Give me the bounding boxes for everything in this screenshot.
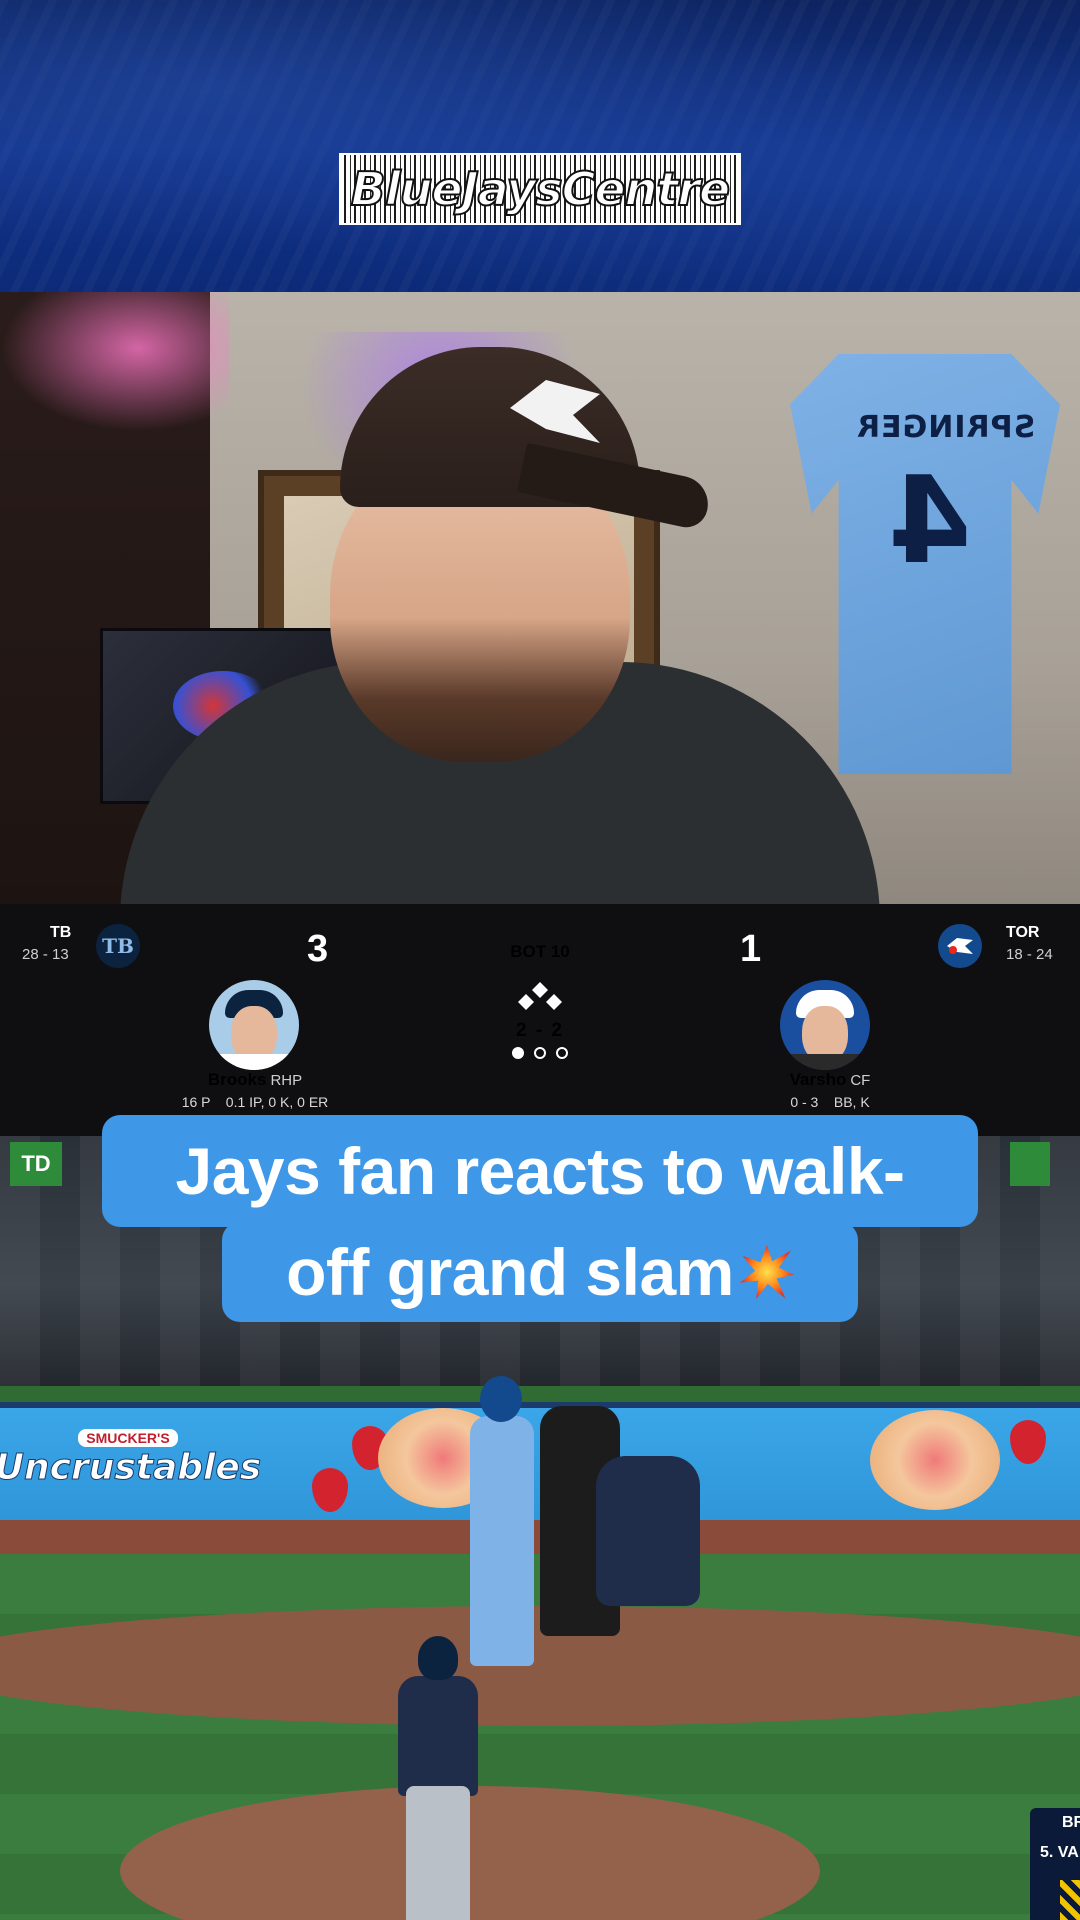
bases-diamond-icon — [518, 982, 562, 1010]
ad-brand-big: Uncrustables — [0, 1446, 262, 1488]
home-team-record: 18 - 24 — [1006, 946, 1053, 963]
corner-stripe — [1060, 1880, 1080, 1920]
blue-jay-bird-icon — [947, 938, 973, 954]
headshot-shirt — [780, 1054, 870, 1070]
td-sign: TD — [10, 1142, 62, 1186]
caption-line-2: off grand slam — [222, 1222, 858, 1322]
out-dot — [512, 1047, 524, 1059]
batter-position: CF — [850, 1072, 871, 1089]
uncrustables-logo: SMUCKER'S Uncrustables — [0, 1418, 262, 1498]
out-dot — [534, 1047, 546, 1059]
inning-indicator: BOT 10 — [510, 942, 570, 961]
lineup-corner-tab: BR 5. VA — [1030, 1808, 1080, 1920]
blue-jays-logo-icon — [938, 924, 982, 968]
jersey-number: 4 — [888, 452, 972, 591]
pitcher-headshot — [209, 980, 299, 1070]
caption-line-1: Jays fan reacts to walk- — [102, 1115, 978, 1227]
home-score: 1 — [740, 928, 762, 970]
channel-banner: BlueJaysCentre — [0, 0, 1080, 292]
caption-text-1: Jays fan reacts to walk- — [175, 1134, 905, 1208]
ball-strike-count: 2 - 2 — [515, 1020, 565, 1041]
home-team-abbr: TOR — [1006, 924, 1040, 941]
batter — [462, 1376, 542, 1666]
ad-brand-small: SMUCKER'S — [78, 1428, 178, 1447]
webcam-view: SPRINGER 4 — [0, 292, 1080, 904]
catcher — [596, 1456, 700, 1606]
away-team-record: 28 - 13 — [22, 946, 69, 963]
pitcher-name: Brooks — [207, 1070, 267, 1089]
pitcher — [388, 1636, 488, 1920]
batter-helmet — [480, 1376, 522, 1422]
channel-logo: BlueJaysCentre — [341, 155, 739, 223]
pitcher-cap — [418, 1636, 458, 1680]
sandwich-icon — [870, 1410, 1000, 1510]
jersey-name: SPRINGER — [856, 410, 1036, 445]
pitcher-stats: 16 P 0.1 IP, 0 K, 0 ER — [181, 1094, 329, 1110]
batter-headshot — [780, 980, 870, 1070]
pitcher-label: Brooks RHP — [180, 1070, 330, 1090]
pitcher-position: RHP — [270, 1072, 303, 1089]
batter-stats: 0 - 3 BB, K — [790, 1094, 870, 1110]
batter-body — [470, 1416, 534, 1666]
pitcher-legs — [406, 1786, 470, 1920]
pitcher-body — [398, 1676, 478, 1796]
out-dot — [556, 1047, 568, 1059]
away-score: 3 — [307, 928, 329, 970]
headshot-shirt — [209, 1054, 299, 1070]
batter-label: Varsho CF — [760, 1070, 900, 1090]
outs-indicator — [512, 1046, 568, 1060]
corner-line-2: 5. VA — [1040, 1844, 1079, 1861]
td-sign-right — [1010, 1142, 1050, 1186]
caption-text-2: off grand slam — [286, 1235, 734, 1309]
batter-name: Varsho — [789, 1070, 847, 1089]
corner-line-1: BR — [1062, 1814, 1080, 1831]
shelf-light — [0, 292, 230, 432]
away-team-abbr: TB — [50, 924, 72, 941]
channel-logo-text: BlueJaysCentre — [350, 161, 731, 217]
rays-logo-icon: TB — [96, 924, 140, 968]
video-frame: BlueJaysCentre SPRINGER 4 TB 28 - 13 TB … — [0, 0, 1080, 1920]
collision-emoji-icon — [739, 1245, 794, 1299]
